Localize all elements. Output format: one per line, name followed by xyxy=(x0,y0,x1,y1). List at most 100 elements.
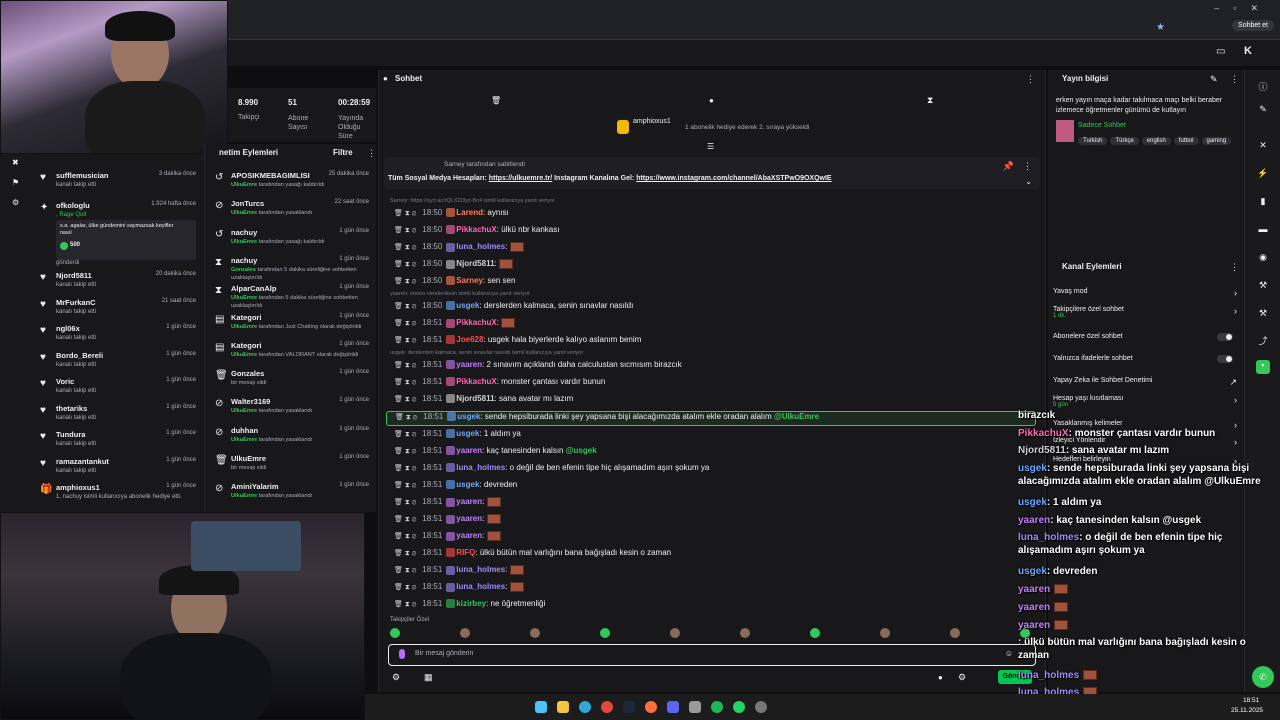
channel-action-item[interactable]: Yasaklanmış kelimeler › xyxy=(1053,420,1239,430)
delete-message-icon[interactable]: 🗑 ⧗ ⊘ xyxy=(394,448,416,455)
delete-message-icon[interactable]: 🗑 ⧗ ⊘ xyxy=(394,533,416,540)
message-username[interactable]: Sarney xyxy=(456,276,483,285)
chat-message[interactable]: 🗑 ⧗ ⊘ 18:50 PikkachuX: ülkü nbr kankası xyxy=(394,225,1034,240)
mod-target-name[interactable]: UlkuEmre xyxy=(231,454,266,463)
chevron-right-icon[interactable]: › xyxy=(1234,288,1237,298)
calendar-icon[interactable]: ▦ xyxy=(424,672,433,683)
message-username[interactable]: Njord5811 xyxy=(456,259,494,268)
steam-icon[interactable] xyxy=(623,701,635,713)
broadcast-icon[interactable]: ◉ xyxy=(1256,252,1270,266)
chevron-right-icon[interactable]: › xyxy=(1234,437,1237,447)
mod-target-name[interactable]: AlparCanAlp xyxy=(231,284,276,293)
stream-tag[interactable]: futbol xyxy=(1173,137,1199,145)
chat-message[interactable]: 🗑 ⧗ ⊘ 18:51 yaaren: xyxy=(394,531,1034,546)
edge-browser-icon[interactable] xyxy=(579,701,591,713)
chevron-right-icon[interactable]: › xyxy=(1234,420,1237,430)
mod-actor[interactable]: UlkuEmre xyxy=(231,324,257,330)
mod-target-name[interactable]: duhhan xyxy=(231,426,258,435)
chat-bubble-icon[interactable]: ▬ xyxy=(1256,224,1270,238)
chat-message[interactable]: 🗑 ⧗ ⊘ 18:51 luna_holmes: o değil de ben ef… xyxy=(394,463,1034,478)
delete-message-icon[interactable]: 🗑 ⧗ ⊘ xyxy=(394,320,416,327)
profile-button[interactable]: Sohbet et xyxy=(1232,20,1274,31)
message-username[interactable]: luna_holmes xyxy=(456,463,505,472)
chat-message[interactable]: 🗑 ⧗ ⊘ 18:50 Larend: aynısı xyxy=(394,208,1034,223)
emote-bar[interactable] xyxy=(390,628,1030,640)
feed-username[interactable]: Bordo_Bereli xyxy=(56,351,103,360)
channel-action-item[interactable]: Yavaş mod › xyxy=(1053,288,1239,298)
message-username[interactable]: kizirbey xyxy=(456,599,486,608)
delete-message-icon[interactable]: 🗑 ⧗ ⊘ xyxy=(394,379,416,386)
delete-message-icon[interactable]: 🗑 ⧗ ⊘ xyxy=(394,396,416,403)
whatsapp-icon[interactable] xyxy=(733,701,745,713)
info-icon[interactable]: ⓘ xyxy=(1256,80,1270,94)
gear-icon[interactable]: ⚙ xyxy=(958,672,966,683)
feed-username[interactable]: ofkologlu xyxy=(56,201,90,210)
windows-start-icon[interactable] xyxy=(535,701,547,713)
chat-menu-icon[interactable]: ⋮ xyxy=(1026,74,1035,85)
pinned-link-2[interactable]: https://www.instagram.com/channel/AbaXST… xyxy=(636,175,831,182)
delete-message-icon[interactable]: 🗑 ⧗ ⊘ xyxy=(394,601,416,608)
delete-message-icon[interactable]: 🗑 ⧗ ⊘ xyxy=(394,210,416,217)
chat-bubble-icon[interactable]: ● xyxy=(709,96,714,105)
message-mention[interactable]: @usgek xyxy=(566,446,597,455)
mod-target-name[interactable]: JonTurcs xyxy=(231,199,264,208)
feed-username[interactable]: MrFurkanC xyxy=(56,298,96,307)
delete-message-icon[interactable]: 🗑 ⧗ ⊘ xyxy=(394,227,416,234)
taskbar-clock[interactable]: 18:51 xyxy=(1243,697,1259,704)
mod-actor[interactable]: UlkuEmre xyxy=(231,239,257,245)
chat-message[interactable]: 🗑 ⧗ ⊘ 18:51 luna_holmes: xyxy=(394,582,1034,597)
file-explorer-icon[interactable] xyxy=(557,701,569,713)
stream-tag[interactable]: Turkish xyxy=(1078,137,1108,145)
feed-username[interactable]: amphioxus1 xyxy=(56,483,100,492)
delete-message-icon[interactable]: 🗑 ⧗ ⊘ xyxy=(394,261,416,268)
channel-action-item[interactable]: Hesap yaşı kısıtlaması 5 gün › xyxy=(1053,395,1239,408)
quick-emote-icon[interactable] xyxy=(460,628,470,638)
message-username[interactable]: PikkachuX xyxy=(456,377,496,386)
mod-actor[interactable]: UlkuEmre xyxy=(231,408,257,414)
clip-icon[interactable]: ▮ xyxy=(1256,196,1270,210)
chat-message[interactable]: 🗑 ⧗ ⊘ 18:51 kizirbey: ne öğretmenliği xyxy=(394,599,1034,614)
delete-message-icon[interactable]: 🗑 ⧗ ⊘ xyxy=(394,584,416,591)
chat-message[interactable]: 🗑 ⧗ ⊘ 18:50 Sarney: sen sen xyxy=(394,276,1034,291)
feed-settings-icon[interactable]: ✖ xyxy=(12,158,19,167)
mod-actor[interactable]: Gonzales xyxy=(231,267,256,273)
feed-username[interactable]: ngl06x xyxy=(56,324,80,333)
mod-actor[interactable]: UlkuEmre xyxy=(231,210,257,216)
delete-message-icon[interactable]: 🗑 ⧗ ⊘ xyxy=(394,567,416,574)
quick-emote-icon[interactable] xyxy=(530,628,540,638)
message-username[interactable]: yaaren xyxy=(456,497,482,506)
mod-target-name[interactable]: nachuy xyxy=(231,256,257,265)
settings-app-icon[interactable] xyxy=(689,701,701,713)
message-username[interactable]: yaaren xyxy=(456,360,482,369)
edit-icon[interactable]: ✎ xyxy=(1210,74,1218,85)
firefox-icon[interactable] xyxy=(645,701,657,713)
chat-message[interactable]: 🗑 ⧗ ⊘ 18:51 luna_holmes: xyxy=(394,565,1034,580)
feed-item[interactable]: 🎁 amphioxus1 1 gün önce 1, nachuy isimli ku… xyxy=(0,480,204,514)
chat-message[interactable]: 🗑 ⧗ ⊘ 18:51 yaaren: xyxy=(394,497,1034,512)
message-username[interactable]: Joe628 xyxy=(456,335,483,344)
delete-message-icon[interactable]: 🗑 ⧗ ⊘ xyxy=(394,431,416,438)
chevron-down-icon[interactable]: ☰ xyxy=(707,142,714,151)
message-username[interactable]: luna_holmes xyxy=(456,582,505,591)
stream-tag[interactable]: gaming xyxy=(1201,137,1232,145)
mod-target-name[interactable]: APOSIKMEBAGIMLISI xyxy=(231,171,310,180)
feed-item[interactable]: ♥ sufflemusician 3 dakika önce kanalı takip… xyxy=(0,168,204,202)
message-username[interactable]: PikkachuX xyxy=(456,225,496,234)
delete-message-icon[interactable]: 🗑 ⧗ ⊘ xyxy=(394,516,416,523)
message-username[interactable]: usgek xyxy=(456,301,479,310)
emote-picker-icon[interactable] xyxy=(399,649,405,659)
delete-message-icon[interactable]: 🗑 ⧗ ⊘ xyxy=(394,303,416,310)
taskbar-date[interactable]: 25.11.2025 xyxy=(1231,707,1263,714)
kick-logo-icon[interactable]: K xyxy=(1244,45,1252,57)
chevron-right-icon[interactable]: › xyxy=(1234,395,1237,405)
spotify-icon[interactable] xyxy=(711,701,723,713)
stream-tag[interactable]: Türkçe xyxy=(1110,137,1139,145)
mod-target-name[interactable]: Kategori xyxy=(231,313,261,322)
delete-message-icon[interactable]: 🗑 ⧗ ⊘ xyxy=(394,482,416,489)
layout-icon[interactable]: ▭ xyxy=(1216,46,1225,57)
help-chat-icon[interactable]: ✆ xyxy=(1252,666,1274,688)
channel-action-item[interactable]: Yapay Zeka ile Sohbet Denetimi ↗ xyxy=(1053,377,1239,387)
delete-message-icon[interactable]: 🗑 ⧗ ⊘ xyxy=(394,465,416,472)
chat-message[interactable]: 🗑 ⧗ ⊘ 18:51 PikkachuX: monster çantası var… xyxy=(394,377,1034,392)
mod-actor[interactable]: UlkuEmre xyxy=(231,437,257,443)
